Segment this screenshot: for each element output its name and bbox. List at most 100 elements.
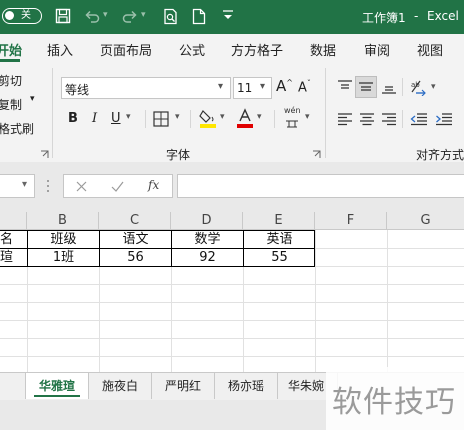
gridline xyxy=(0,302,464,303)
save-icon[interactable] xyxy=(55,8,71,28)
column-header-c[interactable]: C xyxy=(99,212,171,230)
phonetic-dropdown-icon[interactable]: ▾ xyxy=(305,112,310,122)
sheet-tab[interactable]: 严明红 xyxy=(152,373,215,399)
print-preview-icon[interactable] xyxy=(163,8,179,29)
data-cell-math[interactable]: 92 xyxy=(172,249,243,267)
redo-icon[interactable] xyxy=(122,8,138,28)
sheet-tab[interactable]: 杨亦瑶 xyxy=(215,373,278,399)
name-box-dropdown-icon: ▾ xyxy=(22,179,28,190)
tab-home[interactable]: 开始 xyxy=(0,40,22,59)
clipboard-launcher-icon[interactable] xyxy=(40,148,49,158)
gridline xyxy=(0,338,464,339)
align-bottom-icon[interactable] xyxy=(381,79,397,98)
column-header-a[interactable] xyxy=(0,212,27,230)
header-cell-english[interactable]: 英语 xyxy=(244,231,315,249)
formula-buttons: fx xyxy=(63,174,173,198)
sheet-tab[interactable]: 施夜白 xyxy=(89,373,152,399)
data-cell-english[interactable]: 55 xyxy=(244,249,315,267)
autosave-toggle[interactable]: 关 xyxy=(2,8,42,24)
align-top-icon[interactable] xyxy=(337,79,353,98)
border-dropdown-icon[interactable]: ▾ xyxy=(175,112,180,122)
decrease-font-size-icon[interactable]: Aˇ xyxy=(298,79,311,95)
column-header-e[interactable]: E xyxy=(243,212,315,230)
orientation-dropdown-icon[interactable]: ▾ xyxy=(431,82,436,92)
decrease-indent-icon[interactable] xyxy=(410,111,428,130)
column-header-b[interactable]: B xyxy=(27,212,99,230)
data-cell-chinese[interactable]: 56 xyxy=(100,249,171,267)
data-cell-name[interactable]: 瑄 xyxy=(0,249,14,267)
divider xyxy=(145,110,146,128)
font-launcher-icon[interactable] xyxy=(312,148,321,158)
italic-button[interactable]: I xyxy=(92,111,97,126)
column-header-f[interactable]: F xyxy=(315,212,387,230)
tab-fangfang[interactable]: 方方格子 xyxy=(231,40,283,59)
active-sheet-indicator xyxy=(34,395,80,397)
font-name-dropdown-icon: ▾ xyxy=(218,81,224,92)
cancel-icon[interactable] xyxy=(76,181,87,195)
header-cell-chinese[interactable]: 语文 xyxy=(100,231,171,249)
tab-review[interactable]: 审阅 xyxy=(364,40,390,59)
border-icon[interactable] xyxy=(153,111,169,130)
copy-dropdown-icon[interactable]: ▾ xyxy=(30,94,35,104)
fill-color-icon[interactable] xyxy=(199,108,217,131)
align-left-icon[interactable] xyxy=(337,111,353,130)
phonetic-guide-icon[interactable] xyxy=(285,117,299,131)
increase-indent-icon[interactable] xyxy=(435,111,453,130)
sheet-tab-active[interactable]: 华雅瑄 xyxy=(26,373,89,399)
gridline xyxy=(315,230,316,372)
undo-icon[interactable] xyxy=(84,8,100,28)
tab-page-layout[interactable]: 页面布局 xyxy=(100,40,152,59)
align-center-icon[interactable] xyxy=(359,111,375,130)
tab-view[interactable]: 视图 xyxy=(417,40,443,59)
tab-insert[interactable]: 插入 xyxy=(47,40,73,59)
align-right-icon[interactable] xyxy=(381,111,397,130)
gridline xyxy=(387,230,388,372)
font-name-select[interactable]: 等线 ▾ xyxy=(61,77,231,99)
enter-icon[interactable] xyxy=(111,181,124,195)
column-header-g[interactable]: G xyxy=(387,212,464,230)
format-painter-button[interactable]: 格式刷 xyxy=(0,120,34,137)
copy-button[interactable]: 复制 xyxy=(0,96,22,113)
tab-formulas[interactable]: 公式 xyxy=(179,40,205,59)
formula-bar-grip-icon[interactable] xyxy=(46,178,50,194)
bold-button[interactable]: B xyxy=(68,111,78,126)
align-middle-icon[interactable] xyxy=(355,76,377,98)
underline-button[interactable]: U xyxy=(111,111,121,126)
font-size-value: 11 xyxy=(237,81,253,95)
font-group-label: 字体 xyxy=(166,148,191,162)
title-separator: - xyxy=(414,9,419,23)
font-color-icon[interactable] xyxy=(236,108,254,131)
font-color-dropdown-icon[interactable]: ▾ xyxy=(257,112,262,122)
font-size-select[interactable]: 11 ▾ xyxy=(233,77,272,99)
increase-font-size-icon[interactable]: A^ xyxy=(276,77,293,95)
name-box[interactable]: ▾ xyxy=(0,174,35,198)
svg-text:ab: ab xyxy=(411,81,420,89)
customize-toolbar-icon[interactable] xyxy=(222,8,234,26)
underline-dropdown-icon[interactable]: ▾ xyxy=(126,112,131,122)
header-cell-class[interactable]: 班级 xyxy=(28,231,99,249)
column-header-d[interactable]: D xyxy=(171,212,243,230)
data-cell-class[interactable]: 1班 xyxy=(28,249,99,267)
header-cell-math[interactable]: 数学 xyxy=(172,231,243,249)
redo-dropdown-icon[interactable]: ▾ xyxy=(141,6,146,24)
new-document-icon[interactable] xyxy=(192,8,206,29)
formula-input[interactable] xyxy=(177,174,464,198)
undo-dropdown-icon[interactable]: ▾ xyxy=(103,6,108,24)
cut-button[interactable]: 剪切 xyxy=(0,72,22,89)
alignment-group-label: 对齐方式 xyxy=(416,148,464,162)
divider xyxy=(402,78,403,96)
header-cell-name[interactable]: 名 xyxy=(0,231,14,249)
watermark-text: 软件技巧 xyxy=(332,385,456,420)
insert-function-button[interactable]: fx xyxy=(148,178,159,192)
divider xyxy=(402,110,403,128)
window-title: 工作簿1 xyxy=(362,11,406,25)
fill-color-dropdown-icon[interactable]: ▾ xyxy=(220,112,225,122)
sheet-tab-label: 华雅瑄 xyxy=(38,379,75,393)
sheet-nav[interactable] xyxy=(0,373,26,399)
watermark: 软件技巧 xyxy=(326,367,464,430)
tab-data[interactable]: 数据 xyxy=(310,40,336,59)
title-bar: 关 ▾ ▾ 工作簿1 - Excel xyxy=(0,0,464,34)
orientation-icon[interactable]: ab xyxy=(410,78,430,99)
gridline xyxy=(0,320,464,321)
phonetic-guide-label[interactable]: wén xyxy=(284,106,301,115)
